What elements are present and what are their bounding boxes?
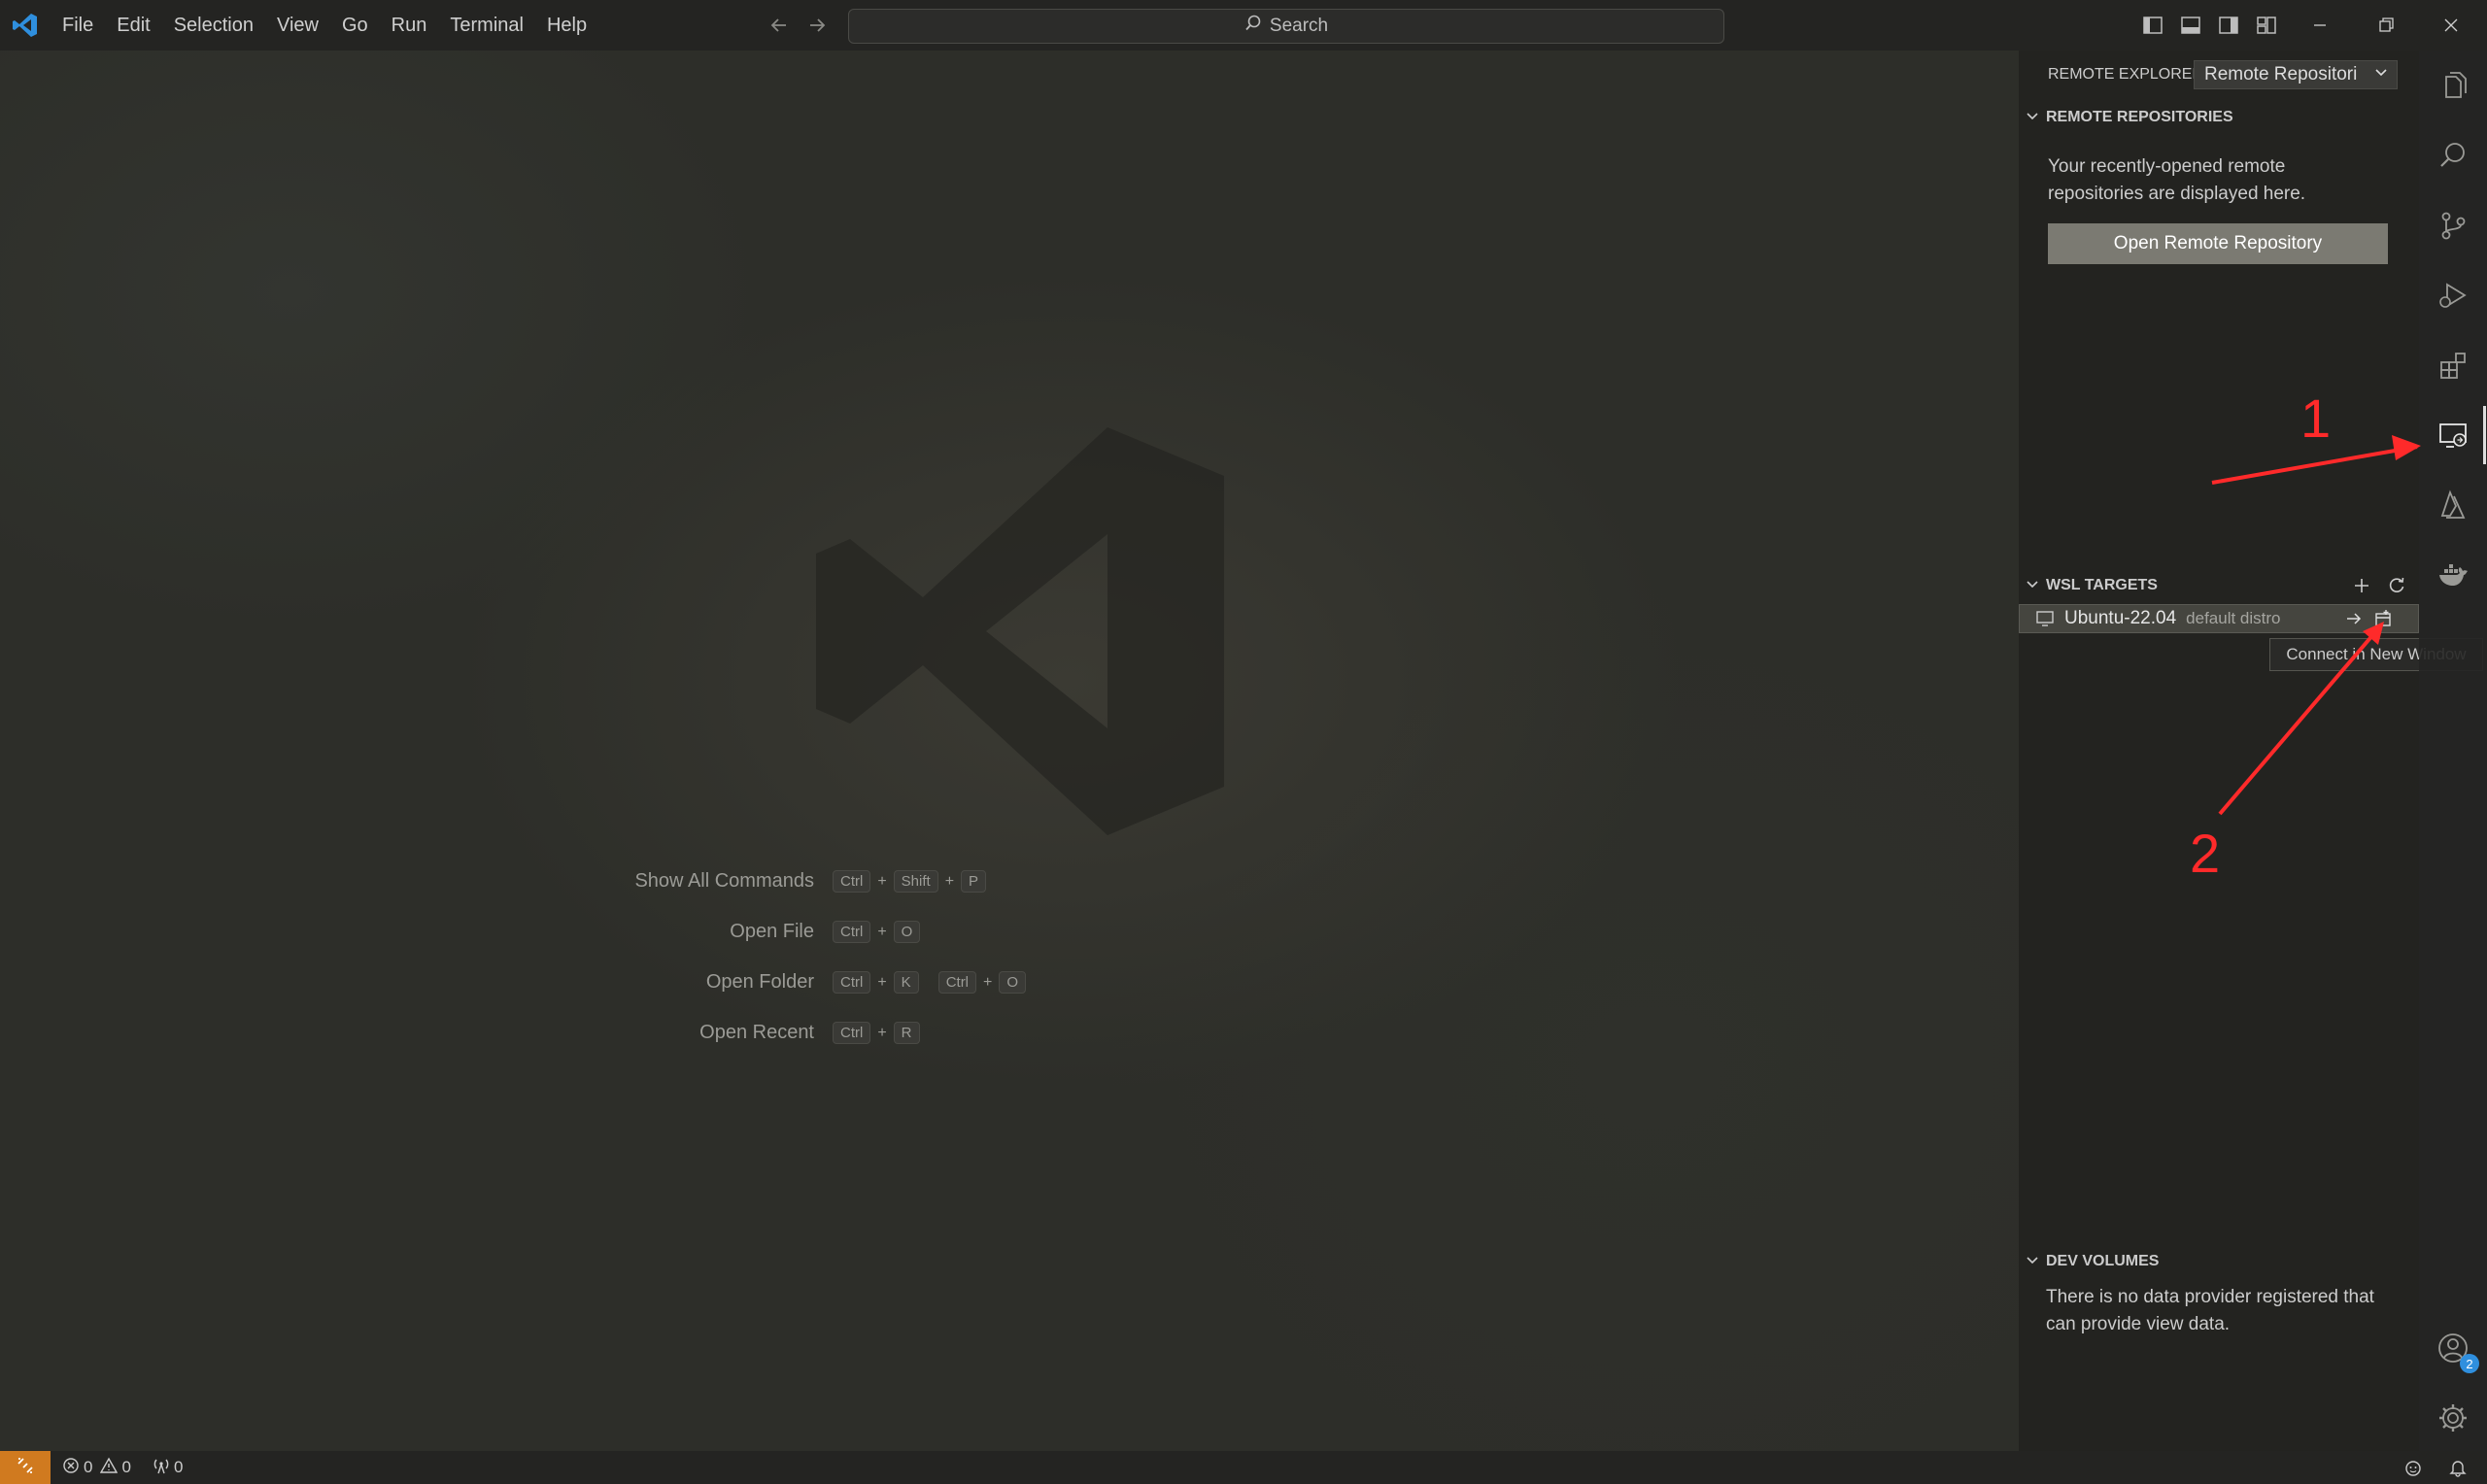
key-ctrl: Ctrl	[833, 870, 871, 893]
remote-type-dropdown[interactable]: Remote Repositori	[2194, 60, 2398, 89]
radio-tower-icon	[153, 1457, 170, 1479]
key-ctrl: Ctrl	[833, 1022, 871, 1044]
key-o: O	[893, 921, 921, 943]
accounts-icon[interactable]: 2	[2419, 1319, 2487, 1377]
menu-terminal[interactable]: Terminal	[438, 0, 535, 51]
key-p: P	[961, 870, 987, 893]
error-icon	[62, 1457, 80, 1479]
remote-indicator[interactable]	[0, 1451, 51, 1484]
dev-volumes-message: There is no data provider registered tha…	[2046, 1287, 2374, 1334]
sidebar-title: REMOTE EXPLORER	[2048, 66, 2204, 83]
key-ctrl: Ctrl	[937, 971, 977, 994]
chevron-down-icon	[2019, 110, 2046, 126]
section-title: DEV VOLUMES	[2046, 1253, 2160, 1269]
notifications-bell-icon[interactable]	[2448, 1458, 2468, 1477]
remote-indicator-icon	[16, 1456, 35, 1480]
remote-repositories-header[interactable]: REMOTE REPOSITORIES	[2019, 103, 2419, 132]
extensions-icon[interactable]	[2419, 336, 2487, 394]
menu-edit[interactable]: Edit	[105, 0, 161, 51]
run-and-debug-icon[interactable]	[2419, 266, 2487, 324]
ports-count: 0	[173, 1458, 184, 1476]
remote-explorer-icon[interactable]	[2419, 406, 2487, 464]
open-remote-repository-button[interactable]: Open Remote Repository	[2048, 223, 2388, 264]
forward-arrow-icon[interactable]	[804, 13, 830, 38]
warning-icon	[100, 1457, 119, 1479]
toggle-primary-sidebar-icon[interactable]	[2140, 13, 2165, 38]
search-icon[interactable]	[2419, 126, 2487, 185]
vscode-watermark-icon	[806, 418, 1234, 845]
section-title: WSL TARGETS	[2046, 577, 2158, 593]
search-placeholder: Search	[1269, 16, 1329, 36]
menu-help[interactable]: Help	[535, 0, 598, 51]
add-distro-icon[interactable]	[2349, 573, 2374, 598]
section-title: REMOTE REPOSITORIES	[2046, 109, 2233, 125]
chevron-down-icon	[2373, 64, 2389, 85]
menu-view[interactable]: View	[265, 0, 330, 51]
accounts-badge: 2	[2460, 1354, 2479, 1373]
menu-run[interactable]: Run	[380, 0, 439, 51]
monitor-icon	[2035, 609, 2055, 628]
menu-file[interactable]: File	[51, 0, 105, 51]
feedback-icon[interactable]	[2403, 1458, 2423, 1477]
minimize-icon[interactable]	[2307, 13, 2333, 38]
annotation-number-1: 1	[2300, 388, 2332, 449]
key-shift: Shift	[893, 870, 938, 893]
docker-icon[interactable]	[2419, 546, 2487, 604]
menu-go[interactable]: Go	[330, 0, 380, 51]
shortcut-open-file: Open File Ctrl + O	[620, 921, 923, 943]
shortcut-label: Open Folder	[705, 971, 814, 993]
azure-icon[interactable]	[2419, 476, 2487, 534]
shortcut-open-folder: Open Folder Ctrl + K Ctrl + O	[620, 971, 1029, 994]
shortcut-label: Open File	[730, 921, 814, 942]
connect-new-window-icon[interactable]	[2370, 607, 2396, 630]
annotation-number-2: 2	[2190, 823, 2221, 884]
key-k: K	[893, 971, 919, 994]
dropdown-value: Remote Repositori	[2204, 64, 2358, 84]
key-o: O	[999, 971, 1027, 994]
distro-name: Ubuntu-22.04	[2064, 608, 2177, 628]
distro-description: default distro	[2186, 609, 2281, 627]
warning-count: 0	[121, 1458, 131, 1476]
explorer-icon[interactable]	[2419, 56, 2487, 115]
command-center-search[interactable]: Search	[848, 9, 1724, 44]
shortcut-show-all-commands: Show All Commands Ctrl + Shift + P	[620, 870, 989, 893]
close-icon[interactable]	[2438, 13, 2464, 38]
connect-current-window-arrow-icon[interactable]	[2341, 607, 2367, 630]
shortcut-label: Show All Commands	[634, 870, 814, 892]
problems-indicator[interactable]: 0 0	[62, 1457, 131, 1479]
error-count: 0	[84, 1458, 93, 1476]
shortcut-open-recent: Open Recent Ctrl + R	[620, 1022, 923, 1044]
ports-indicator[interactable]: 0	[153, 1457, 183, 1479]
status-bar: 0 0 0	[0, 1451, 2487, 1484]
key-r: R	[893, 1022, 920, 1044]
key-ctrl: Ctrl	[833, 921, 871, 943]
restore-icon[interactable]	[2373, 13, 2399, 38]
vscode-logo-icon	[0, 0, 51, 51]
search-icon	[1244, 15, 1262, 38]
back-arrow-icon[interactable]	[767, 13, 792, 38]
key-ctrl: Ctrl	[833, 971, 871, 994]
shortcut-label: Open Recent	[699, 1022, 814, 1043]
toggle-panel-icon[interactable]	[2178, 13, 2203, 38]
remote-repos-description: Your recently-opened remote repositories…	[2048, 156, 2306, 204]
menu-selection[interactable]: Selection	[162, 0, 265, 51]
gear-icon[interactable]	[2419, 1389, 2487, 1447]
toggle-secondary-sidebar-icon[interactable]	[2216, 13, 2241, 38]
source-control-icon[interactable]	[2419, 196, 2487, 254]
chevron-down-icon	[2019, 578, 2046, 594]
activity-bar	[2419, 51, 2487, 1451]
chevron-down-icon	[2019, 1254, 2046, 1270]
dev-volumes-header[interactable]: DEV VOLUMES	[2019, 1247, 2419, 1276]
customize-layout-icon[interactable]	[2254, 13, 2279, 38]
refresh-icon[interactable]	[2384, 573, 2409, 598]
